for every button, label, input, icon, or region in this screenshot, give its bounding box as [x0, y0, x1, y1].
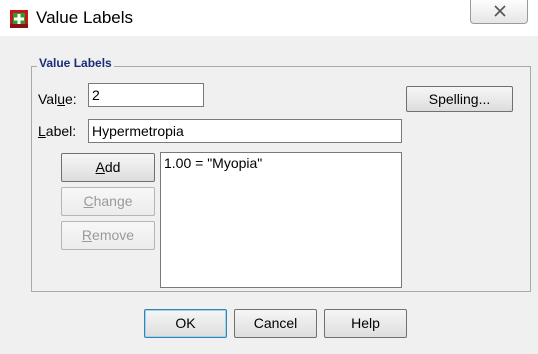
list-item[interactable]: 1.00 = "Myopia" [161, 153, 401, 173]
value-labels-dialog: Value Labels Value Labels Value: 2 Spell… [0, 0, 538, 354]
help-button[interactable]: Help [324, 309, 407, 338]
spss-app-icon [10, 10, 28, 28]
group-legend: Value Labels [37, 56, 114, 70]
close-icon [494, 5, 506, 17]
dialog-body: Value Labels Value: 2 Spelling... Label:… [0, 36, 538, 354]
close-button[interactable] [470, 0, 528, 24]
label-label: Label: [38, 123, 77, 139]
add-button[interactable]: Add [61, 153, 155, 182]
value-label: Value: [38, 91, 77, 107]
ok-button[interactable]: OK [144, 309, 227, 338]
spelling-button[interactable]: Spelling... [406, 86, 513, 112]
title-bar: Value Labels [0, 0, 538, 36]
label-input[interactable]: Hypermetropia [88, 119, 402, 143]
value-input[interactable]: 2 [88, 83, 204, 107]
cancel-button[interactable]: Cancel [234, 309, 317, 338]
change-button[interactable]: Change [61, 187, 155, 216]
value-labels-list[interactable]: 1.00 = "Myopia" [160, 152, 402, 288]
remove-button[interactable]: Remove [61, 221, 155, 250]
window-title: Value Labels [36, 8, 134, 27]
